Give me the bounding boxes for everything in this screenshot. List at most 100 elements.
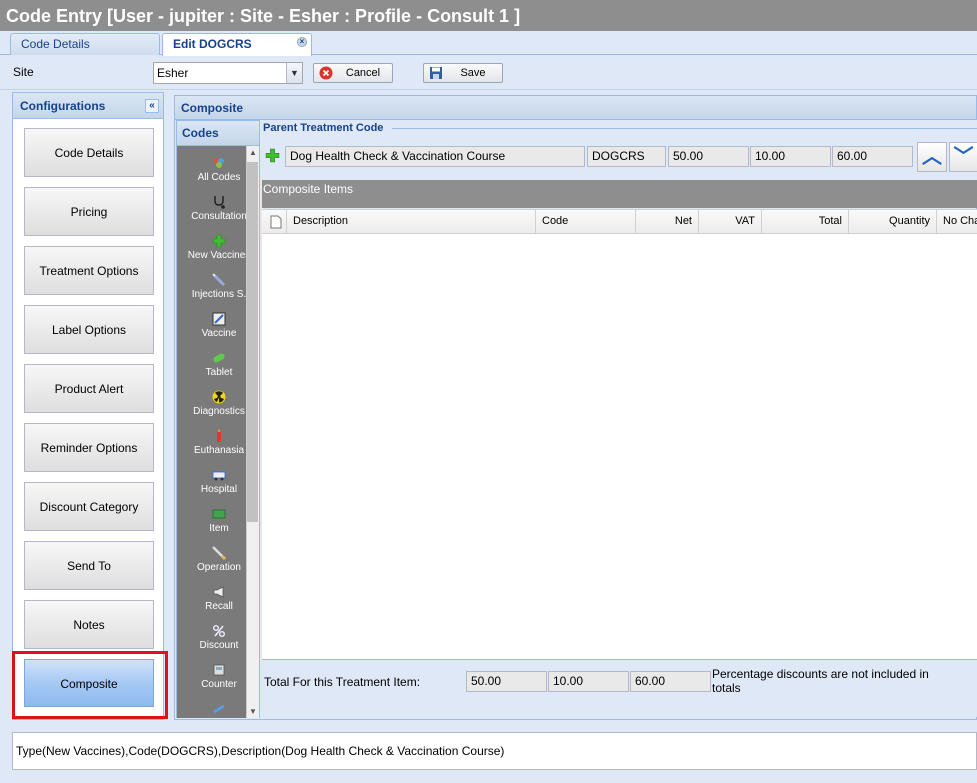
add-parent-icon[interactable] [265,148,280,166]
code-category-consultation[interactable]: Consultation [177,195,246,222]
column-header-total[interactable]: Total [762,210,849,234]
composite-items-title: Composite Items [263,182,354,196]
config-discount-category-button[interactable]: Discount Category [24,482,154,531]
move-up-button[interactable]: ︿ [917,142,947,172]
column-header-description[interactable]: Description [287,210,536,234]
column-header-net[interactable]: Net [636,210,699,234]
code-category-counter[interactable]: Counter [177,663,246,690]
tab-close-icon[interactable]: × [297,37,307,47]
code-category-label: Recall [205,601,233,612]
scalpel-icon [212,546,227,561]
code-category-label: Hospital [200,484,238,495]
tab-code-details-label: Code Details [21,37,90,51]
code-category-hospital[interactable]: Hospital [177,468,246,495]
counter-icon [212,663,226,677]
tab-strip: Code Details Edit DOGCRS × [0,31,977,56]
toolbar: Site Esher ▼ Cancel Save [0,56,977,90]
chevron-up-icon: ︿ [922,146,942,168]
syringe-icon [212,273,226,287]
parent-net-field[interactable]: 50.00 [668,146,749,167]
status-bar: Type(New Vaccines),Code(DOGCRS),Descript… [12,732,977,770]
codes-header: Codes [177,121,259,146]
site-label: Site [13,65,34,79]
chevron-down-icon[interactable]: ▼ [286,63,302,83]
totals-label: Total For this Treatment Item: [264,675,421,689]
selection-highlight [12,651,168,719]
fieldset-divider [392,128,977,129]
code-category-label: Injections S. [191,289,246,300]
code-category-item[interactable]: Item [177,507,246,534]
parent-code-field[interactable]: DOGCRS [587,146,666,167]
code-category-label: All Codes [197,172,241,183]
config-send-to-button[interactable]: Send To [24,541,154,590]
configurations-header: Configurations « [13,93,163,119]
code-category-operation[interactable]: Operation [177,546,246,573]
save-button-label: Save [460,67,486,79]
column-header-quantity[interactable]: Quantity [849,210,937,234]
site-select[interactable]: Esher ▼ [153,62,303,84]
scroll-down-icon[interactable]: ▼ [249,707,257,716]
parent-description-field[interactable]: Dog Health Check & Vaccination Course [285,146,585,167]
row-icon-column [262,210,287,234]
cancel-button[interactable]: Cancel [313,63,393,83]
config-pricing-button[interactable]: Pricing [24,187,154,236]
config-reminder-options-button[interactable]: Reminder Options [24,423,154,472]
totals-footer: Total For this Treatment Item: 50.00 10.… [262,659,977,717]
tab-code-details[interactable]: Code Details [10,33,160,55]
code-category-label: Item [209,523,229,534]
composite-items-grid-body[interactable] [262,234,977,659]
config-code-details-button[interactable]: Code Details [24,128,154,177]
code-category-tablet[interactable]: Tablet [177,351,246,378]
code-category-injections[interactable]: Injections S. [177,273,246,300]
code-category-recall[interactable]: Recall [177,585,246,612]
site-select-value: Esher [157,66,189,80]
column-header-code[interactable]: Code [536,210,636,234]
total-total-field: 60.00 [630,671,711,692]
codes-scroll-thumb[interactable] [247,162,258,522]
cancel-button-label: Cancel [345,67,381,79]
composite-header: Composite [175,96,976,120]
code-category-more[interactable] [177,702,246,718]
totals-note: Percentage discounts are not included in… [712,667,929,695]
code-category-label: Tablet [205,367,233,378]
column-header-no-charge[interactable]: No Cha [937,210,977,234]
code-category-all-codes[interactable]: All Codes [177,156,246,183]
code-category-diagnostics[interactable]: Diagnostics [177,390,246,417]
column-header-vat[interactable]: VAT [699,210,762,234]
composite-items-grid-header: Description Code Net VAT Total Quantity … [262,209,977,234]
parent-vat-field[interactable]: 10.00 [750,146,831,167]
config-label-options-button[interactable]: Label Options [24,305,154,354]
configurations-panel: Configurations « Code Details Pricing Tr… [12,92,164,720]
scroll-up-icon[interactable]: ▲ [249,148,257,157]
config-treatment-options-button[interactable]: Treatment Options [24,246,154,295]
code-category-label: Consultation [191,211,246,222]
radiation-icon [212,390,226,404]
parent-treatment-title: Parent Treatment Code [263,122,384,134]
vaccine-icon [212,312,226,326]
more-code-icon [212,702,226,716]
collapse-icon[interactable]: « [145,99,159,113]
code-category-label: Euthanasia [193,445,245,456]
tab-edit-dogcrs[interactable]: Edit DOGCRS × [162,33,312,56]
composite-items-header: Composite Items [262,180,977,208]
codes-title: Codes [182,126,219,140]
euthanasia-icon [212,429,226,443]
megaphone-icon [212,585,226,599]
all-codes-icon [212,156,226,170]
code-category-new-vaccines[interactable]: New Vaccines [177,234,246,261]
code-category-label: Operation [197,562,241,573]
code-category-euthanasia[interactable]: Euthanasia [177,429,246,456]
chevron-down-icon: ﹀ [953,146,974,168]
move-down-button[interactable]: ﹀ [949,142,977,172]
code-category-discount[interactable]: Discount [177,624,246,651]
config-notes-button[interactable]: Notes [24,600,154,649]
item-icon [212,507,226,521]
code-category-label: Discount [199,640,239,651]
code-category-vaccine[interactable]: Vaccine [177,312,246,339]
code-category-label: New Vaccines [187,250,246,261]
code-category-label: Diagnostics [193,406,245,417]
parent-total-field[interactable]: 60.00 [832,146,913,167]
save-button[interactable]: Save [423,63,503,83]
config-product-alert-button[interactable]: Product Alert [24,364,154,413]
window-title: Code Entry [User - jupiter : Site - Eshe… [0,0,977,31]
